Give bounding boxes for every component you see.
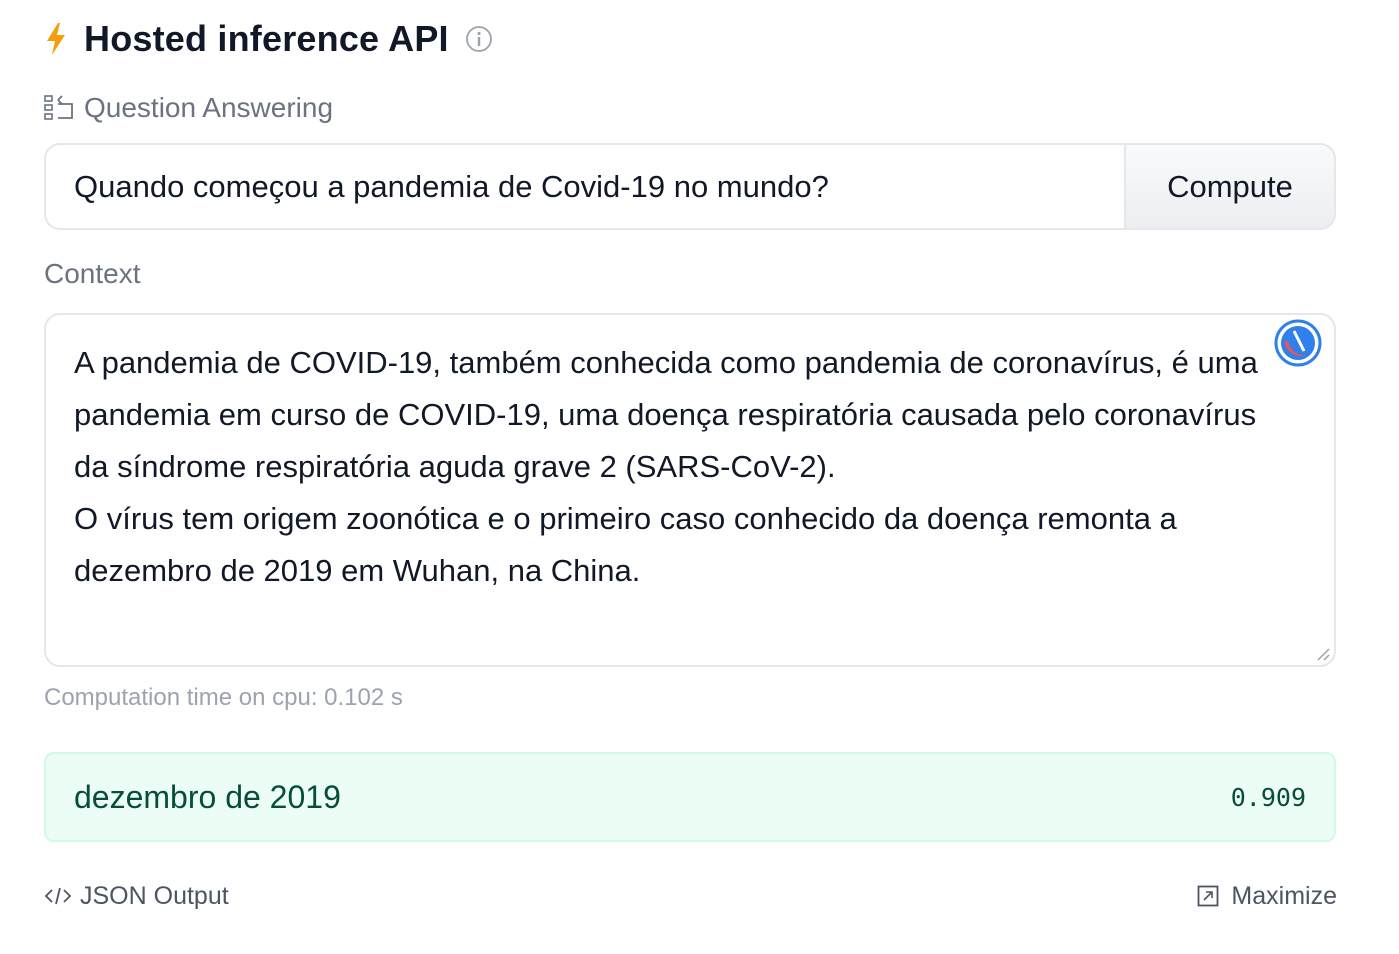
json-output-link[interactable]: JSON Output <box>44 878 229 914</box>
json-output-label: JSON Output <box>80 881 229 910</box>
code-icon <box>44 885 72 907</box>
grammarly-icon[interactable] <box>1274 319 1322 367</box>
maximize-link[interactable]: Maximize <box>1197 878 1337 914</box>
resize-handle-icon[interactable] <box>1314 645 1330 661</box>
task-label: Question Answering <box>84 92 334 123</box>
computation-time: Computation time on cpu: 0.102 s <box>44 684 403 711</box>
maximize-icon <box>1197 885 1219 907</box>
widget-header: Hosted inference API <box>44 16 493 62</box>
info-icon[interactable] <box>465 25 493 53</box>
answer-score: 0.909 <box>1230 782 1306 812</box>
answer-text: dezembro de 2019 <box>74 778 341 815</box>
widget-title: Hosted inference API <box>84 18 449 59</box>
answer-result: dezembro de 2019 0.909 <box>44 752 1336 842</box>
maximize-label: Maximize <box>1231 881 1337 910</box>
question-answering-icon <box>44 94 74 122</box>
context-label: Context <box>44 258 141 289</box>
context-textarea[interactable]: A pandemia de COVID-19, também conhecida… <box>44 313 1336 667</box>
question-input[interactable] <box>44 143 1124 230</box>
question-row: Compute <box>44 143 1336 230</box>
task-type: Question Answering <box>44 90 333 126</box>
lightning-bolt-icon <box>44 21 68 57</box>
compute-button[interactable]: Compute <box>1124 143 1336 230</box>
context-text[interactable]: A pandemia de COVID-19, também conhecida… <box>74 337 1264 597</box>
